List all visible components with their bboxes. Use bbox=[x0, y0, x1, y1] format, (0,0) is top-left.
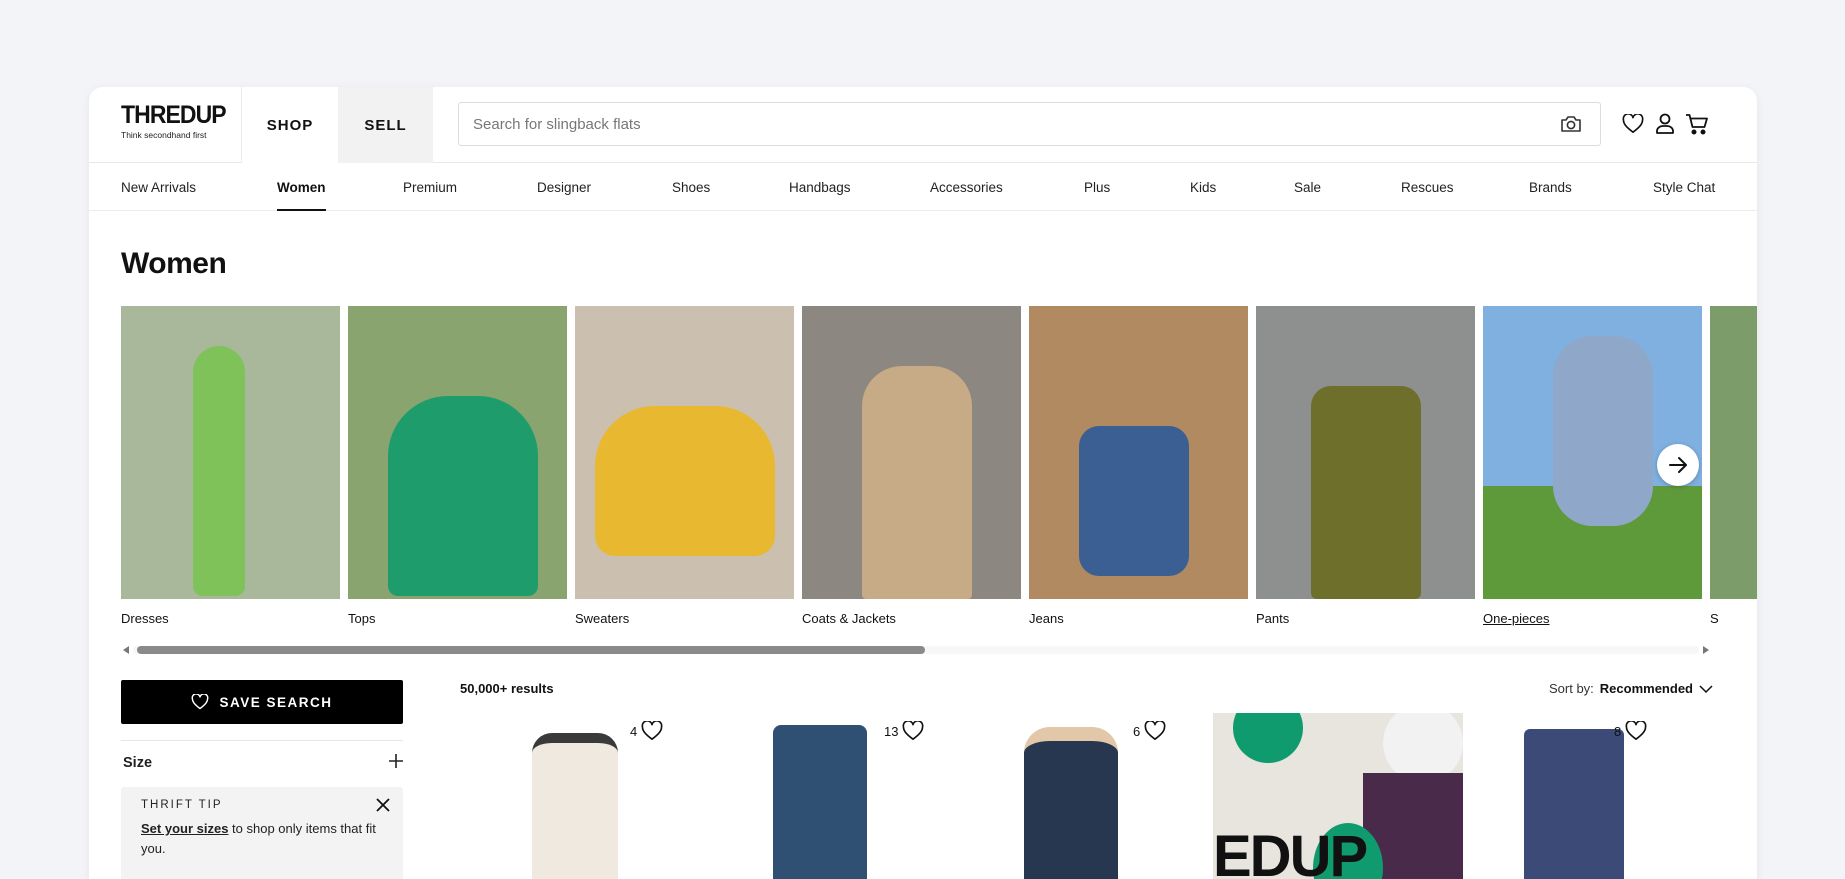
category-label: Coats & Jackets bbox=[802, 611, 896, 626]
heart-icon bbox=[1625, 721, 1647, 740]
category-label: S bbox=[1710, 611, 1719, 626]
size-filter-label: Size bbox=[123, 755, 153, 771]
category-tile-tops[interactable]: Tops bbox=[348, 306, 567, 626]
favorite-button[interactable]: 4 bbox=[630, 721, 663, 741]
close-icon[interactable] bbox=[375, 797, 393, 815]
heart-icon bbox=[192, 694, 209, 710]
favorite-button[interactable]: 6 bbox=[1133, 721, 1166, 741]
category-tile-pants[interactable]: Pants bbox=[1256, 306, 1475, 626]
like-count: 4 bbox=[630, 723, 638, 739]
nav-item-rescues[interactable]: Rescues bbox=[1401, 163, 1454, 211]
heart-icon bbox=[641, 721, 663, 740]
product-image bbox=[1524, 729, 1624, 879]
site-header: THREDUP Think secondhand first SHOP SELL bbox=[89, 87, 1757, 163]
thrift-tip-card: THRIFT TIP Set your sizes to shop only i… bbox=[121, 787, 403, 879]
like-count: 13 bbox=[884, 723, 899, 739]
nav-item-handbags[interactable]: Handbags bbox=[789, 163, 851, 211]
sort-dropdown[interactable]: Sort by: Recommended bbox=[1549, 681, 1713, 696]
nav-item-women[interactable]: Women bbox=[277, 163, 326, 211]
carousel-next-button[interactable] bbox=[1657, 444, 1699, 486]
product-card[interactable]: 6 bbox=[962, 713, 1212, 879]
scroll-right-arrow-icon[interactable] bbox=[1703, 646, 1709, 654]
like-count: 6 bbox=[1133, 723, 1141, 739]
arrow-right-icon bbox=[1669, 457, 1687, 473]
category-tile-dresses[interactable]: Dresses bbox=[121, 306, 340, 626]
category-image bbox=[1710, 306, 1757, 599]
scrollbar-thumb[interactable] bbox=[137, 646, 925, 654]
set-your-sizes-link[interactable]: Set your sizes bbox=[141, 821, 228, 836]
nav-item-shoes[interactable]: Shoes bbox=[672, 163, 710, 211]
product-image: EDUP bbox=[1213, 713, 1463, 879]
thrift-tip-title: THRIFT TIP bbox=[141, 799, 223, 811]
category-image bbox=[348, 306, 567, 599]
logo-tagline: Think secondhand first bbox=[121, 130, 207, 140]
save-search-button[interactable]: SAVE SEARCH bbox=[121, 680, 403, 724]
category-label: Dresses bbox=[121, 611, 169, 626]
nav-item-kids[interactable]: Kids bbox=[1190, 163, 1216, 211]
tab-shop[interactable]: SHOP bbox=[242, 87, 338, 163]
results-count: 50,000+ results bbox=[460, 681, 554, 696]
save-search-label: SAVE SEARCH bbox=[219, 694, 333, 710]
browser-page: THREDUP Think secondhand first SHOP SELL bbox=[89, 87, 1757, 879]
sort-label: Sort by: bbox=[1549, 681, 1594, 696]
sidebar-divider bbox=[121, 740, 403, 741]
product-card[interactable]: 4 bbox=[460, 713, 710, 879]
heart-icon bbox=[903, 721, 924, 740]
category-nav: New Arrivals Women Premium Designer Shoe… bbox=[89, 163, 1757, 211]
favorite-button[interactable]: 13 bbox=[884, 721, 924, 741]
category-label: Tops bbox=[348, 611, 376, 626]
category-tile-sweaters[interactable]: Sweaters bbox=[575, 306, 794, 626]
product-image bbox=[1024, 727, 1118, 879]
camera-icon[interactable] bbox=[1558, 113, 1584, 135]
product-image bbox=[773, 725, 867, 879]
category-tile-jeans[interactable]: Jeans bbox=[1029, 306, 1248, 626]
size-filter-toggle[interactable]: Size bbox=[121, 751, 403, 775]
category-label: One-pieces bbox=[1483, 611, 1550, 626]
carousel-scrollbar[interactable] bbox=[121, 642, 1711, 656]
favorite-button[interactable]: 8 bbox=[1614, 721, 1647, 741]
user-icon[interactable] bbox=[1652, 111, 1678, 137]
thrift-tip-text: Set your sizes to shop only items that f… bbox=[141, 819, 383, 859]
chevron-down-icon bbox=[1699, 684, 1713, 693]
search-input[interactable] bbox=[459, 115, 1558, 133]
like-count: 8 bbox=[1614, 723, 1622, 739]
category-image bbox=[1256, 306, 1475, 599]
nav-item-plus[interactable]: Plus bbox=[1084, 163, 1110, 211]
category-label: Pants bbox=[1256, 611, 1290, 626]
logo-wordmark: THREDUP bbox=[121, 101, 227, 129]
category-label: Sweaters bbox=[575, 611, 630, 626]
category-image bbox=[1029, 306, 1248, 599]
category-image bbox=[802, 306, 1021, 599]
product-card[interactable]: EDUP bbox=[1213, 713, 1463, 879]
plus-icon[interactable] bbox=[389, 753, 403, 773]
page-title: Women bbox=[121, 247, 227, 280]
nav-item-sale[interactable]: Sale bbox=[1294, 163, 1321, 211]
nav-item-new-arrivals[interactable]: New Arrivals bbox=[121, 163, 196, 211]
nav-item-designer[interactable]: Designer bbox=[537, 163, 591, 211]
category-label: Jeans bbox=[1029, 611, 1064, 626]
category-tile-partial[interactable]: S bbox=[1710, 306, 1757, 626]
category-image bbox=[121, 306, 340, 599]
product-image bbox=[532, 733, 618, 879]
nav-item-premium[interactable]: Premium bbox=[403, 163, 457, 211]
product-card[interactable]: 8 bbox=[1464, 713, 1714, 879]
product-card[interactable]: 13 bbox=[711, 713, 961, 879]
category-tile-coats-jackets[interactable]: Coats & Jackets bbox=[802, 306, 1021, 626]
category-carousel: Dresses Tops Sweaters Coats & Jackets Je… bbox=[121, 306, 1757, 636]
nav-item-accessories[interactable]: Accessories bbox=[930, 163, 1003, 211]
nav-item-style-chat[interactable]: Style Chat bbox=[1653, 163, 1715, 211]
heart-icon bbox=[1144, 721, 1166, 740]
heart-icon[interactable] bbox=[1620, 111, 1646, 137]
scroll-left-arrow-icon[interactable] bbox=[123, 646, 129, 654]
search-bar bbox=[458, 102, 1601, 146]
nav-item-brands[interactable]: Brands bbox=[1529, 163, 1572, 211]
sort-value: Recommended bbox=[1599, 681, 1693, 696]
tab-sell[interactable]: SELL bbox=[338, 87, 433, 163]
category-image bbox=[575, 306, 794, 599]
thredup-logo[interactable]: THREDUP Think secondhand first bbox=[121, 101, 241, 140]
cart-icon[interactable] bbox=[1684, 111, 1710, 137]
